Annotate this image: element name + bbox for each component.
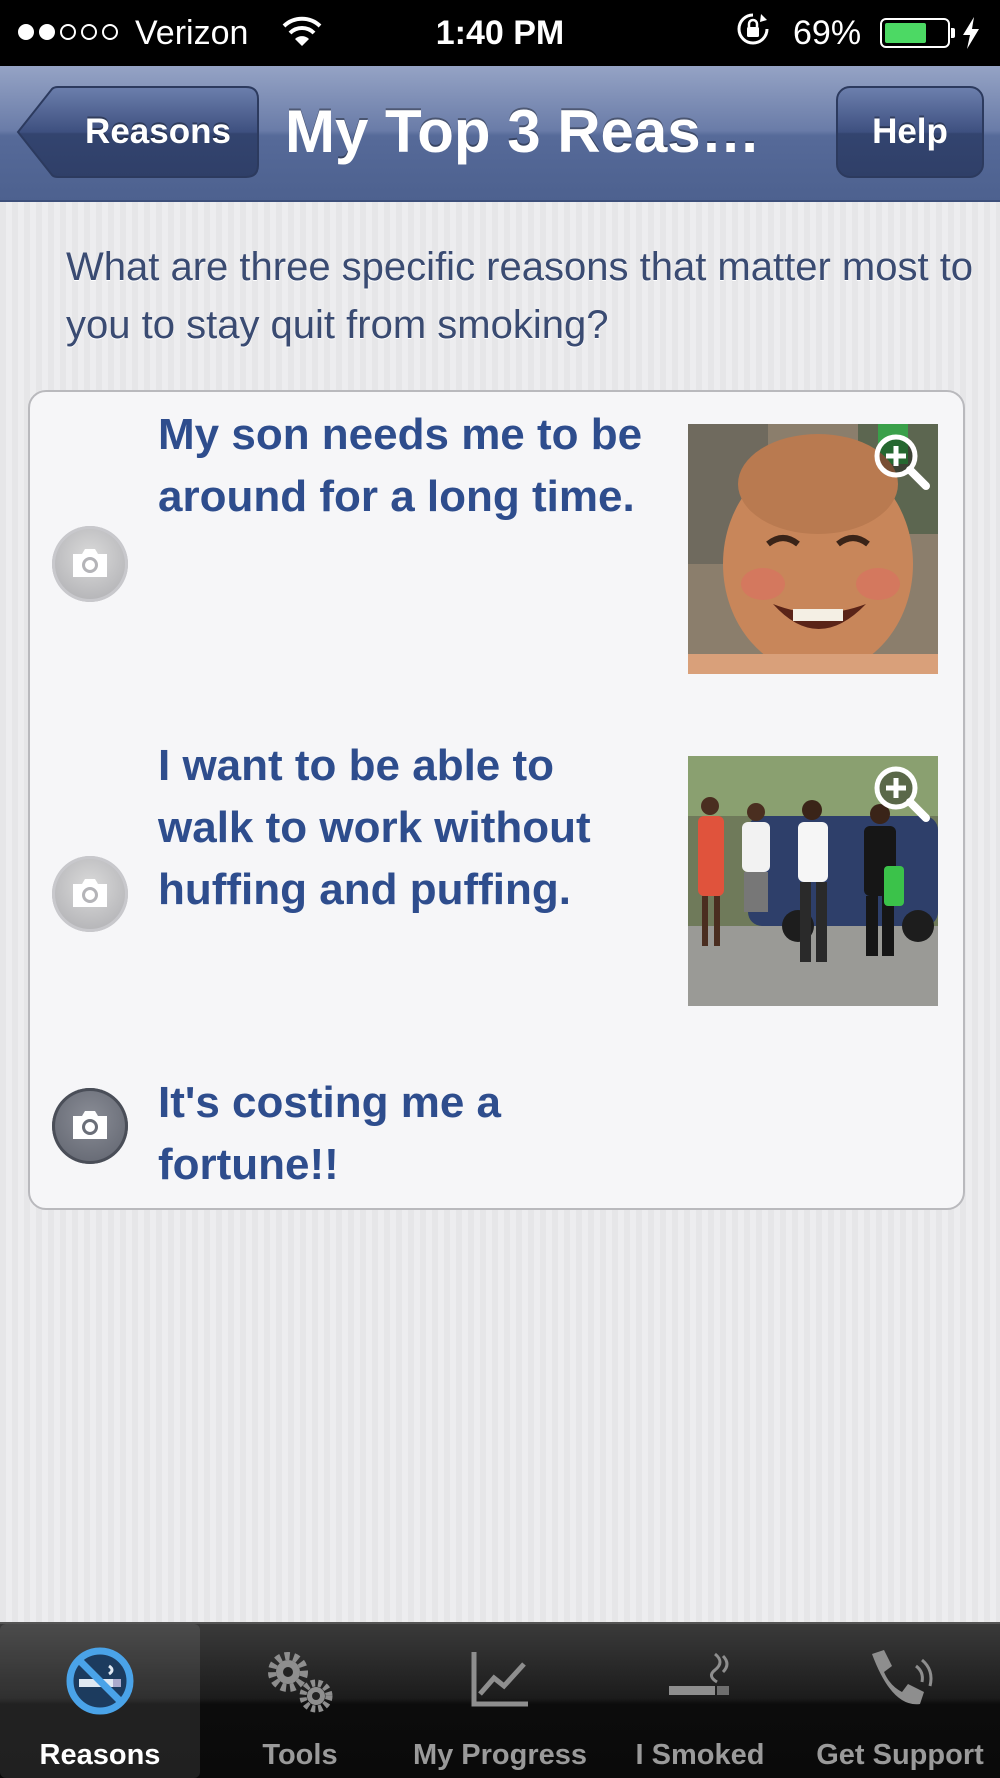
help-button[interactable]: Help xyxy=(836,86,984,178)
reason-1-photo[interactable] xyxy=(688,424,938,674)
no-smoking-icon xyxy=(66,1647,134,1715)
camera-button-reason-1[interactable] xyxy=(52,526,128,602)
cigarette-icon xyxy=(669,1652,729,1695)
reason-2-photo[interactable] xyxy=(688,756,938,1006)
zoom-in-icon[interactable] xyxy=(870,430,932,492)
camera-button-reason-3[interactable] xyxy=(52,1088,128,1164)
reasons-card: My son needs me to be around for a long … xyxy=(28,390,965,1210)
navigation-bar: Reasons My Top 3 Reas… Help xyxy=(0,66,1000,202)
reason-1-text[interactable]: My son needs me to be around for a long … xyxy=(158,404,658,528)
tab-my-progress[interactable]: My Progress xyxy=(400,1624,600,1778)
tab-label: My Progress xyxy=(412,1739,588,1771)
tab-bar: Reasons Tools My Progress I Smoked Get S… xyxy=(0,1622,1000,1778)
tab-get-support[interactable]: Get Support xyxy=(800,1624,1000,1778)
page-title: My Top 3 Reas… xyxy=(285,98,761,165)
line-chart-icon xyxy=(471,1652,528,1707)
tab-tools[interactable]: Tools xyxy=(200,1624,400,1778)
battery-percent: 69% xyxy=(793,14,862,52)
camera-button-reason-2[interactable] xyxy=(52,856,128,932)
rotation-lock-icon xyxy=(737,13,769,45)
back-button-reasons[interactable]: Reasons xyxy=(16,86,260,178)
question-prompt: What are three specific reasons that mat… xyxy=(66,245,974,347)
reason-2-text[interactable]: I want to be able to walk to work withou… xyxy=(158,735,658,921)
tab-label: Reasons xyxy=(39,1739,161,1771)
status-bar: Verizon 1:40 PM 69% xyxy=(0,0,1000,66)
camera-icon xyxy=(73,549,107,577)
phone-icon xyxy=(872,1650,933,1705)
camera-icon xyxy=(73,1111,107,1139)
camera-icon xyxy=(73,879,107,907)
tab-label: Get Support xyxy=(816,1739,984,1771)
gears-icon xyxy=(268,1652,333,1713)
charging-icon xyxy=(963,17,979,49)
tab-reasons[interactable]: Reasons xyxy=(0,1624,200,1778)
tab-i-smoked[interactable]: I Smoked xyxy=(600,1624,800,1778)
battery-icon xyxy=(880,18,955,48)
tab-label: I Smoked xyxy=(635,1739,765,1771)
zoom-in-icon[interactable] xyxy=(870,762,932,824)
reason-3-text[interactable]: It's costing me a fortune!! xyxy=(158,1072,658,1196)
tab-label: Tools xyxy=(262,1739,338,1771)
back-button-label: Reasons xyxy=(85,112,231,151)
